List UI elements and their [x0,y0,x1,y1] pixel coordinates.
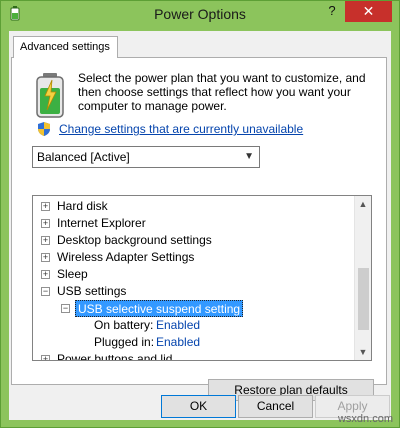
title-bar[interactable]: Power Options ? ✕ [1,1,399,26]
tree-item-plugged-in[interactable]: Plugged in: Enabled [94,334,334,351]
setting-label: Plugged in: [94,335,155,349]
tree-item-label: Hard disk [57,199,108,213]
help-button[interactable]: ? [319,1,345,22]
tree-item-label: Sleep [57,267,88,281]
expand-icon[interactable]: + [41,355,50,360]
tree-item-hard-disk[interactable]: + Hard disk [41,198,341,215]
tree-scrollbar[interactable]: ▲ ▼ [354,196,371,360]
uac-shield-icon [38,122,50,136]
chevron-down-icon: ▼ [244,151,254,162]
tree-item-wireless-adapter[interactable]: + Wireless Adapter Settings [41,249,341,266]
cancel-button[interactable]: Cancel [238,395,313,418]
tree-item-desktop-background[interactable]: + Desktop background settings [41,232,341,249]
scroll-thumb[interactable] [358,268,369,330]
power-options-window: Power Options ? ✕ Advanced settings Sele… [0,0,400,428]
settings-tree[interactable]: + Hard disk + Internet Explorer + Deskto… [32,195,372,361]
tree-item-power-buttons[interactable]: + Power buttons and lid [41,351,341,361]
setting-label: On battery: [94,318,154,332]
scroll-up-arrow-icon[interactable]: ▲ [355,196,371,212]
expand-icon[interactable]: + [41,270,50,279]
change-unavailable-settings-link[interactable]: Change settings that are currently unava… [59,122,303,136]
battery-power-icon [36,73,64,118]
tree-item-usb-settings[interactable]: − USB settings [41,283,341,300]
advanced-settings-panel: Select the power plan that you want to c… [11,57,387,401]
tab-advanced-settings[interactable]: Advanced settings [13,36,118,58]
power-plan-dropdown[interactable]: Balanced [Active] ▼ [32,146,260,168]
plugged-in-value[interactable]: Enabled [156,334,200,351]
on-battery-value[interactable]: Enabled [156,317,200,334]
tree-item-label: Desktop background settings [57,233,212,247]
tree-item-usb-selective-suspend[interactable]: − USB selective suspend setting [61,300,341,317]
collapse-icon[interactable]: − [41,287,50,296]
expand-icon[interactable]: + [41,236,50,245]
tree-item-internet-explorer[interactable]: + Internet Explorer [41,215,341,232]
tree-item-sleep[interactable]: + Sleep [41,266,341,283]
power-plan-selected-value: Balanced [Active] [37,150,130,164]
tree-item-label-selected: USB selective suspend setting [75,300,244,317]
dialog-client-area: Advanced settings Select the power plan … [9,31,391,420]
close-button[interactable]: ✕ [345,1,392,22]
ok-button[interactable]: OK [161,395,236,418]
tree-item-on-battery[interactable]: On battery: Enabled [94,317,334,334]
tree-item-label: Power buttons and lid [57,352,173,361]
expand-icon[interactable]: + [41,219,50,228]
scroll-down-arrow-icon[interactable]: ▼ [355,344,371,360]
intro-text: Select the power plan that you want to c… [78,71,366,113]
tree-item-label: Wireless Adapter Settings [57,250,195,264]
tree-item-label: Internet Explorer [57,216,146,230]
watermark: wsxdn.com [337,413,393,425]
tree-item-label: USB settings [57,284,127,298]
expand-icon[interactable]: + [41,253,50,262]
collapse-icon[interactable]: − [61,304,70,313]
expand-icon[interactable]: + [41,202,50,211]
